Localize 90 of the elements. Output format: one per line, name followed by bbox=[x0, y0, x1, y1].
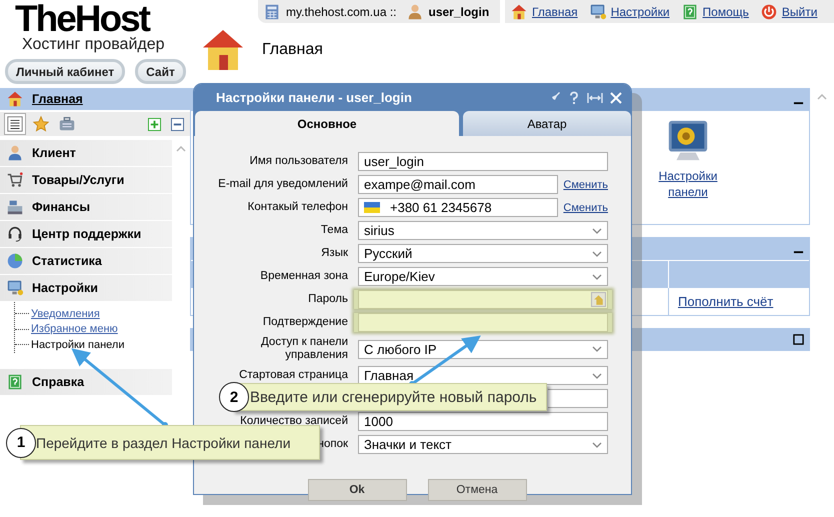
field-label: Временная зона bbox=[260, 270, 348, 282]
header-button[interactable]: Сайт bbox=[135, 59, 186, 84]
submenu-link[interactable]: Избранное меню bbox=[31, 323, 118, 336]
monitor-icon bbox=[6, 279, 24, 297]
input-field[interactable]: user_login bbox=[358, 152, 608, 171]
field-label: Пароль bbox=[308, 293, 348, 305]
list-icon[interactable] bbox=[6, 115, 24, 133]
calculator-icon bbox=[263, 2, 281, 20]
nav-link[interactable]: Выйти bbox=[782, 4, 818, 18]
chevron-down-icon bbox=[592, 372, 602, 378]
input-field[interactable] bbox=[548, 389, 608, 408]
chevron-down-icon bbox=[592, 442, 602, 448]
field-label: Имя пользователя bbox=[250, 155, 348, 167]
field-label: Язык bbox=[321, 247, 348, 259]
person-icon bbox=[6, 144, 24, 162]
field-label: Доступ к панели управления bbox=[261, 336, 348, 361]
shortcut-link[interactable]: Настройки панели bbox=[653, 168, 723, 200]
dropdown[interactable]: Русский bbox=[358, 244, 608, 263]
expand-all-icon[interactable] bbox=[148, 118, 161, 130]
logo: TheHost bbox=[15, 1, 149, 37]
cart-icon bbox=[6, 171, 24, 189]
chevron-down-icon bbox=[592, 346, 602, 352]
field-label: E-mail для уведомлений bbox=[218, 178, 348, 190]
collapse-all-icon[interactable] bbox=[171, 118, 184, 130]
dialog-button[interactable]: Отмена bbox=[428, 479, 526, 501]
dialog-button[interactable]: Ok bbox=[308, 479, 406, 501]
password-field[interactable] bbox=[358, 290, 608, 309]
star-icon[interactable] bbox=[32, 115, 50, 133]
submenu-link[interactable]: Настройки панели bbox=[31, 338, 124, 351]
sidebar-item[interactable]: Справка bbox=[0, 368, 172, 394]
nav-link[interactable]: Настройки bbox=[610, 4, 670, 18]
field-label: Тема bbox=[320, 224, 348, 236]
dropdown[interactable]: С любого IP bbox=[358, 340, 608, 358]
input-field[interactable]: exampe@mail.com bbox=[358, 175, 558, 194]
cash-register-icon bbox=[6, 198, 24, 216]
dropdown[interactable]: Значки и текст bbox=[358, 435, 608, 454]
dropdown[interactable]: Europe/Kiev bbox=[358, 267, 608, 286]
field-label: Подтверждение bbox=[262, 316, 348, 328]
sidebar-home-item[interactable]: Главная bbox=[0, 88, 190, 110]
person-icon bbox=[406, 2, 424, 20]
help-icon bbox=[680, 2, 699, 20]
tab[interactable]: Основное bbox=[195, 111, 459, 136]
restore-icon[interactable] bbox=[793, 334, 804, 345]
chevron-down-icon bbox=[592, 274, 602, 280]
change-link[interactable]: Сменить bbox=[563, 178, 608, 190]
step-number: 1 bbox=[6, 428, 36, 458]
chevron-down-icon bbox=[592, 250, 602, 256]
scroll-up-icon[interactable] bbox=[817, 94, 827, 100]
host-address: my.thehost.com.ua :: bbox=[286, 4, 396, 18]
flag-icon bbox=[364, 202, 380, 213]
power-icon bbox=[760, 2, 778, 20]
callout-text: Введите или сгенерируйте новый пароль bbox=[250, 388, 537, 406]
dropdown[interactable]: sirius bbox=[358, 221, 608, 240]
field-label: Контакый телефон bbox=[248, 201, 348, 213]
help-icon[interactable] bbox=[567, 90, 581, 104]
header-button[interactable]: Личный кабинет bbox=[5, 59, 126, 84]
house-icon bbox=[6, 90, 24, 108]
resize-icon[interactable] bbox=[587, 90, 603, 104]
monitor-icon bbox=[588, 2, 607, 20]
sidebar-item[interactable]: Статистика bbox=[0, 248, 172, 274]
dropdown[interactable]: Главная bbox=[358, 366, 608, 385]
dialog-title: Настройки панели - user_login bbox=[216, 90, 413, 105]
scroll-up-icon[interactable] bbox=[176, 146, 186, 152]
input-field[interactable]: 1000 bbox=[358, 412, 608, 431]
password-field[interactable] bbox=[358, 313, 608, 332]
sidebar-item[interactable]: Клиент bbox=[0, 140, 172, 166]
submenu-link[interactable]: Уведомления bbox=[31, 308, 100, 320]
house-icon bbox=[510, 2, 528, 20]
field-label: Количество записей bbox=[240, 415, 348, 427]
change-link[interactable]: Сменить bbox=[563, 202, 608, 214]
phone-field[interactable]: +380 61 2345678 bbox=[358, 198, 558, 217]
callout-text: Перейдите в раздел Настройки панели bbox=[36, 434, 291, 450]
nav-link[interactable]: Помощь bbox=[702, 4, 749, 18]
sidebar-item[interactable]: Финансы bbox=[0, 194, 172, 220]
sidebar-item[interactable]: Товары/Услуги bbox=[0, 167, 172, 193]
page-title: Главная bbox=[262, 41, 323, 59]
sidebar-item[interactable]: Настройки bbox=[0, 275, 172, 301]
sidebar-item[interactable]: Центр поддержки bbox=[0, 221, 172, 247]
field-label: Стартовая страница bbox=[239, 369, 348, 381]
table-link[interactable]: Пополнить счёт bbox=[678, 294, 774, 309]
headset-icon bbox=[6, 225, 24, 243]
briefcase-icon[interactable] bbox=[58, 115, 76, 133]
tagline: Хостинг провайдер bbox=[22, 37, 165, 53]
help-icon bbox=[6, 372, 24, 390]
user-name: user_login bbox=[428, 4, 490, 18]
tab[interactable]: Аватар bbox=[463, 111, 631, 136]
chevron-down-icon bbox=[592, 228, 602, 234]
nav-link[interactable]: Главная bbox=[532, 4, 578, 18]
pie-chart-icon bbox=[6, 252, 24, 270]
close-icon[interactable] bbox=[609, 90, 623, 104]
